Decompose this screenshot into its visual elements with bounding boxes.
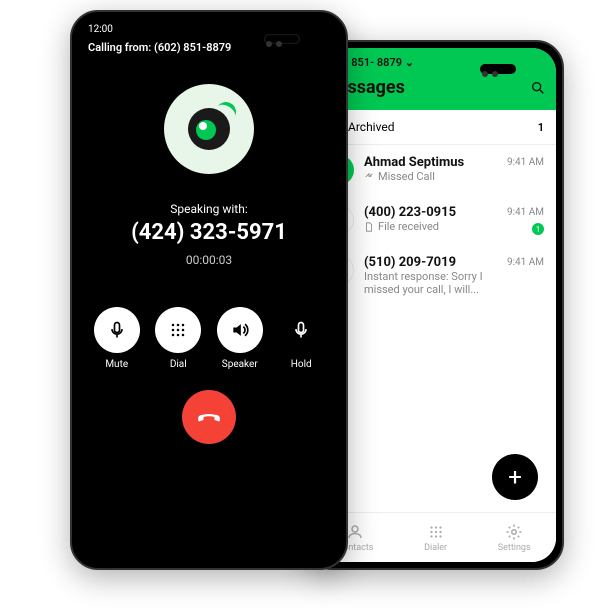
message-time: 9:41 AM — [507, 257, 544, 268]
message-subtitle: File received — [364, 220, 544, 233]
speaker-icon — [230, 320, 250, 340]
phone-call-screen: 12:00 Calling from: (602) 851-8879 Speak… — [78, 18, 340, 562]
camera-cutout — [480, 64, 516, 74]
settings-icon — [505, 523, 523, 541]
contacts-icon — [346, 523, 364, 541]
nav-settings[interactable]: Settings — [498, 523, 531, 553]
messages-header: (602) 851- 8879 ⌄ Messages — [312, 48, 556, 110]
hold-button[interactable]: Hold — [278, 307, 324, 370]
phone-messages-screen: (602) 851- 8879 ⌄ Messages Archived 1 AS… — [312, 48, 556, 562]
mute-button[interactable]: Mute — [94, 307, 140, 370]
archived-count: 1 — [538, 121, 544, 134]
message-time: 9:41 AM — [507, 207, 544, 218]
status-time: 12:00 — [88, 24, 113, 35]
camera-cutout — [264, 34, 300, 44]
phone-call: 12:00 Calling from: (602) 851-8879 Speak… — [70, 10, 348, 570]
mic-icon — [291, 320, 311, 340]
bottom-nav: Contacts Dialer Settings — [312, 512, 556, 562]
call-number: (424) 323-5971 — [78, 220, 340, 245]
hangup-button[interactable] — [182, 390, 236, 444]
unread-badge: 1 — [532, 223, 544, 235]
message-subtitle: Missed Call — [364, 170, 544, 183]
eye-icon — [188, 108, 230, 150]
dial-button[interactable]: Dial — [155, 307, 201, 370]
compose-button[interactable]: + — [492, 454, 538, 500]
message-time: 9:41 AM — [507, 157, 544, 168]
speaker-button[interactable]: Speaker — [217, 307, 263, 370]
message-item[interactable]: AS Ahmad Septimus Missed Call 9:41 AM — [312, 145, 556, 195]
missed-call-icon — [364, 172, 374, 182]
speaking-with-label: Speaking with: — [78, 202, 340, 216]
call-controls: Mute Dial Speaker Hold — [78, 307, 340, 370]
dialer-icon — [427, 523, 445, 541]
mic-icon — [107, 320, 127, 340]
status-bar: 12:00 — [78, 18, 340, 41]
message-item[interactable]: (510) 209-7019 Instant response: Sorry I… — [312, 245, 556, 306]
call-timer: 00:00:03 — [78, 253, 340, 267]
nav-dialer[interactable]: Dialer — [424, 523, 447, 553]
phone-icon — [196, 404, 222, 430]
calling-from-label: Calling from: (602) 851-8879 — [78, 41, 340, 54]
file-icon — [364, 222, 374, 232]
chevron-down-icon: ⌄ — [405, 56, 414, 69]
message-subtitle: Instant response: Sorry I missed your ca… — [364, 270, 504, 296]
dialpad-icon — [168, 320, 188, 340]
archived-label: Archived — [348, 120, 394, 134]
caller-avatar — [164, 84, 254, 174]
message-item[interactable]: (400) 223-0915 File received 9:41 AM 1 — [312, 195, 556, 245]
plus-icon: + — [508, 463, 522, 491]
search-icon[interactable] — [530, 80, 546, 96]
archived-row[interactable]: Archived 1 — [312, 110, 556, 145]
